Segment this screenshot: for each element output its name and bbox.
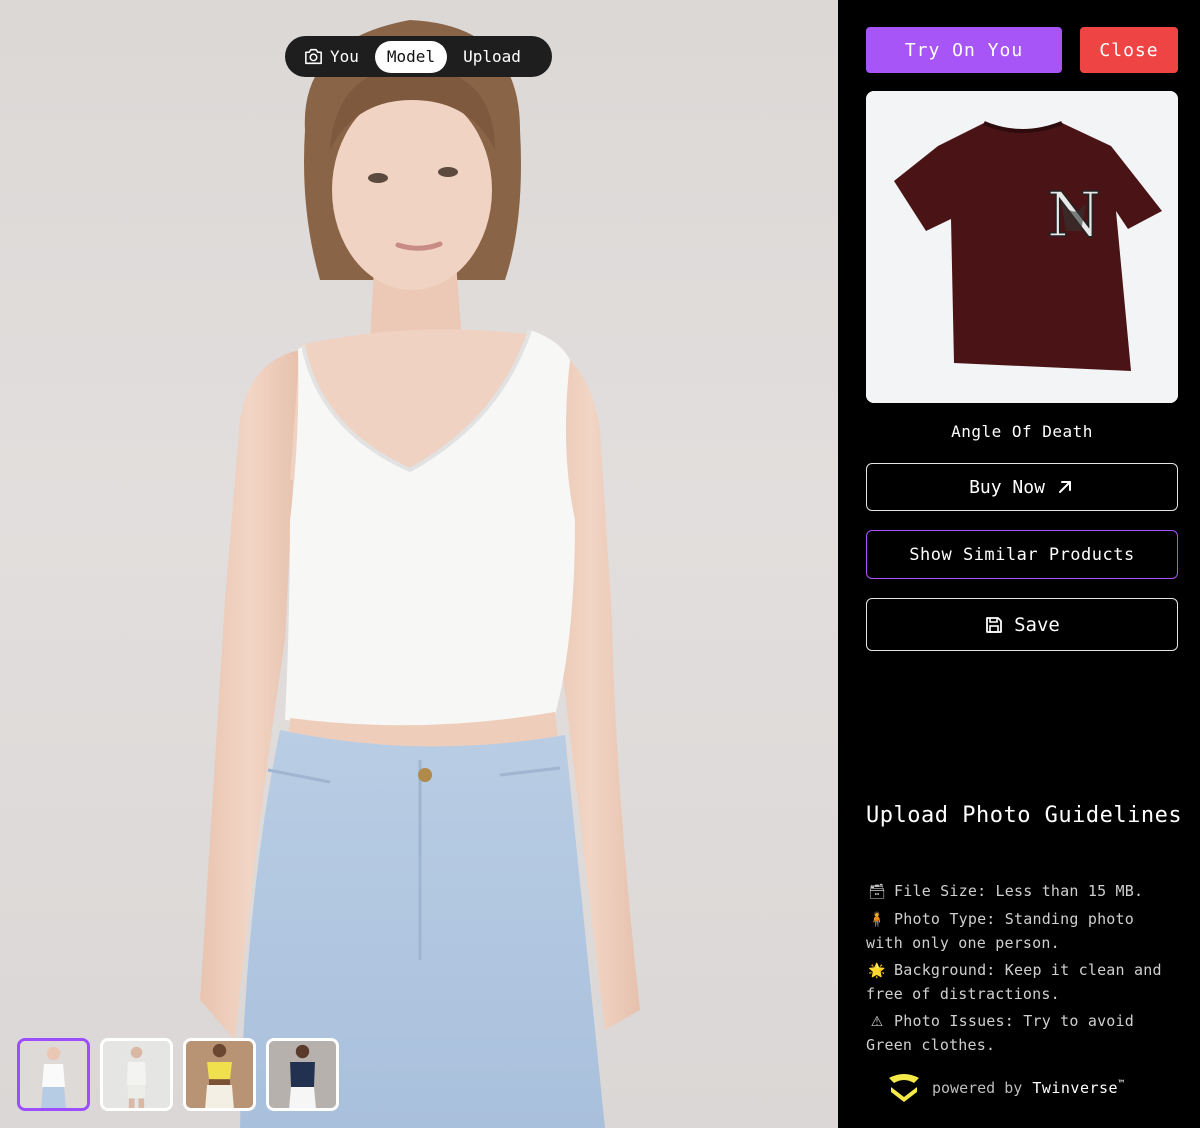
save-icon — [986, 616, 1003, 633]
brand-name: Twinverse™ — [1032, 1079, 1124, 1097]
model-thumbnail[interactable] — [17, 1038, 90, 1111]
camera-icon — [305, 48, 322, 65]
tshirt-image: N — [866, 91, 1178, 403]
thumbnail-image — [20, 1041, 87, 1108]
buy-now-button[interactable]: Buy Now — [866, 463, 1178, 511]
close-button[interactable]: Close — [1080, 27, 1178, 73]
guidelines-title: Upload Photo Guidelines — [866, 803, 1183, 828]
model-thumbnail-strip — [17, 1038, 339, 1111]
guideline-text: Photo Issues: Try to avoid Green clothes… — [866, 1012, 1134, 1054]
buy-now-label: Buy Now — [969, 476, 1045, 498]
trademark: ™ — [1118, 1079, 1125, 1090]
save-label: Save — [1014, 613, 1060, 636]
top-actions: Try On You Close — [866, 27, 1178, 73]
model-photo — [200, 20, 640, 1128]
mode-option-upload-label: Upload — [463, 47, 521, 66]
product-image: N — [866, 91, 1178, 403]
try-on-sidebar: Try On You Close N Angle Of Death Buy No… — [838, 0, 1200, 1128]
try-on-you-button[interactable]: Try On You — [866, 27, 1062, 73]
mode-switch: You Model Upload — [285, 36, 552, 77]
mode-option-you[interactable]: You — [303, 41, 371, 73]
model-thumbnail[interactable] — [183, 1038, 256, 1111]
twinverse-logo-icon — [889, 1074, 919, 1102]
file-box-icon: 🗃 — [868, 884, 886, 900]
arrow-up-right-icon — [1058, 481, 1071, 493]
mode-option-model[interactable]: Model — [374, 40, 448, 73]
model-thumbnail[interactable] — [266, 1038, 339, 1111]
thumbnail-image — [269, 1041, 336, 1108]
guideline-item: 🗃 File Size: Less than 15 MB. — [866, 880, 1176, 904]
guideline-text: File Size: Less than 15 MB. — [894, 882, 1144, 900]
guideline-item: 🧍 Photo Type: Standing photo with only on… — [866, 908, 1176, 955]
mode-option-model-label: Model — [386, 47, 436, 66]
powered-by-footer: powered by Twinverse™ — [886, 1072, 1125, 1104]
guideline-text: Photo Type: Standing photo with only one… — [866, 910, 1134, 952]
product-name: Angle Of Death — [951, 422, 1093, 441]
mode-option-upload[interactable]: Upload — [451, 41, 533, 73]
brand-text: Twinverse — [1032, 1079, 1119, 1097]
guidelines-list: 🗃 File Size: Less than 15 MB. 🧍 Photo Type… — [866, 880, 1176, 1061]
sparkle-icon: 🌟 — [868, 963, 886, 979]
thumbnail-image — [186, 1041, 253, 1108]
standing-person-icon: 🧍 — [868, 912, 886, 928]
mode-option-you-label: You — [330, 47, 359, 66]
thumbnail-image — [103, 1041, 170, 1108]
warning-icon: ⚠ — [870, 1014, 884, 1030]
guideline-item: ⚠ Photo Issues: Try to avoid Green clothe… — [866, 1010, 1176, 1057]
powered-by-label: powered by — [932, 1079, 1023, 1097]
guideline-text: Background: Keep it clean and free of di… — [866, 961, 1162, 1003]
show-similar-products-button[interactable]: Show Similar Products — [866, 530, 1178, 579]
model-photo-panel: You Model Upload — [0, 0, 838, 1128]
guideline-item: 🌟 Background: Keep it clean and free of d… — [866, 959, 1176, 1006]
model-thumbnail[interactable] — [100, 1038, 173, 1111]
save-button[interactable]: Save — [866, 598, 1178, 651]
